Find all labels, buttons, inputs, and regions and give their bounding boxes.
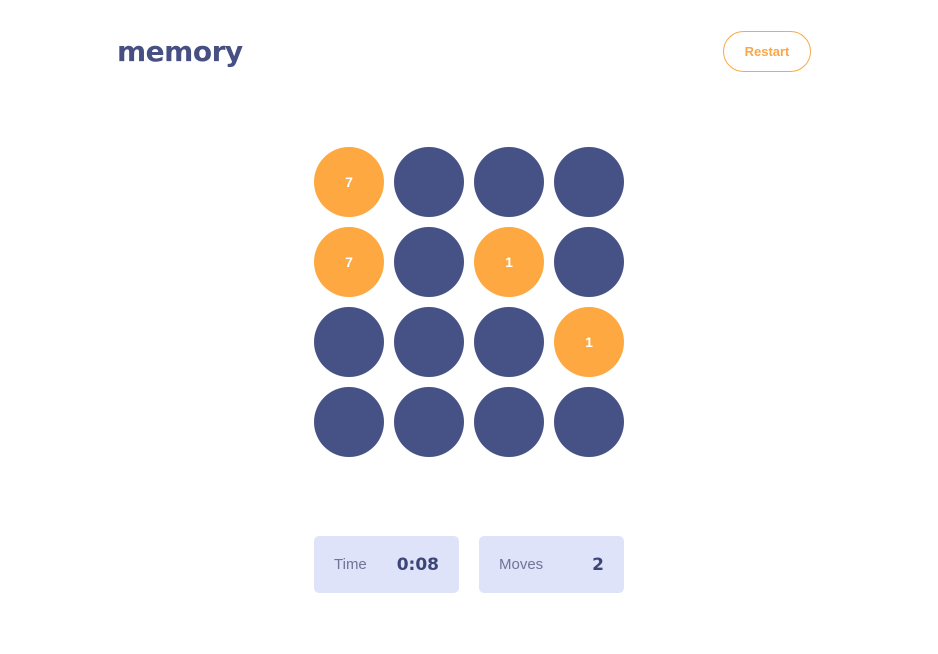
tile-hidden[interactable]	[394, 387, 464, 457]
tile-revealed[interactable]: 1	[474, 227, 544, 297]
tile-hidden[interactable]	[314, 307, 384, 377]
logo: memory	[117, 35, 243, 68]
tile-hidden[interactable]	[554, 227, 624, 297]
time-panel: Time 0:08	[314, 536, 459, 593]
time-label: Time	[334, 556, 367, 573]
tile-hidden[interactable]	[474, 387, 544, 457]
tile-revealed[interactable]: 7	[314, 147, 384, 217]
tile-revealed[interactable]: 1	[554, 307, 624, 377]
tile-hidden[interactable]	[554, 387, 624, 457]
tile-hidden[interactable]	[474, 307, 544, 377]
tile-hidden[interactable]	[314, 387, 384, 457]
moves-value: 2	[592, 554, 604, 575]
tile-hidden[interactable]	[394, 227, 464, 297]
tile-hidden[interactable]	[394, 307, 464, 377]
game-board: 7 7 11	[314, 147, 624, 457]
time-value: 0:08	[396, 554, 439, 575]
moves-panel: Moves 2	[479, 536, 624, 593]
tile-hidden[interactable]	[554, 147, 624, 217]
tile-hidden[interactable]	[394, 147, 464, 217]
tile-revealed[interactable]: 7	[314, 227, 384, 297]
restart-button[interactable]: Restart	[723, 31, 811, 72]
memory-game-app: memory Restart 7 7 11 Time 0:08 Moves 2	[0, 0, 938, 654]
tile-hidden[interactable]	[474, 147, 544, 217]
moves-label: Moves	[499, 556, 544, 573]
